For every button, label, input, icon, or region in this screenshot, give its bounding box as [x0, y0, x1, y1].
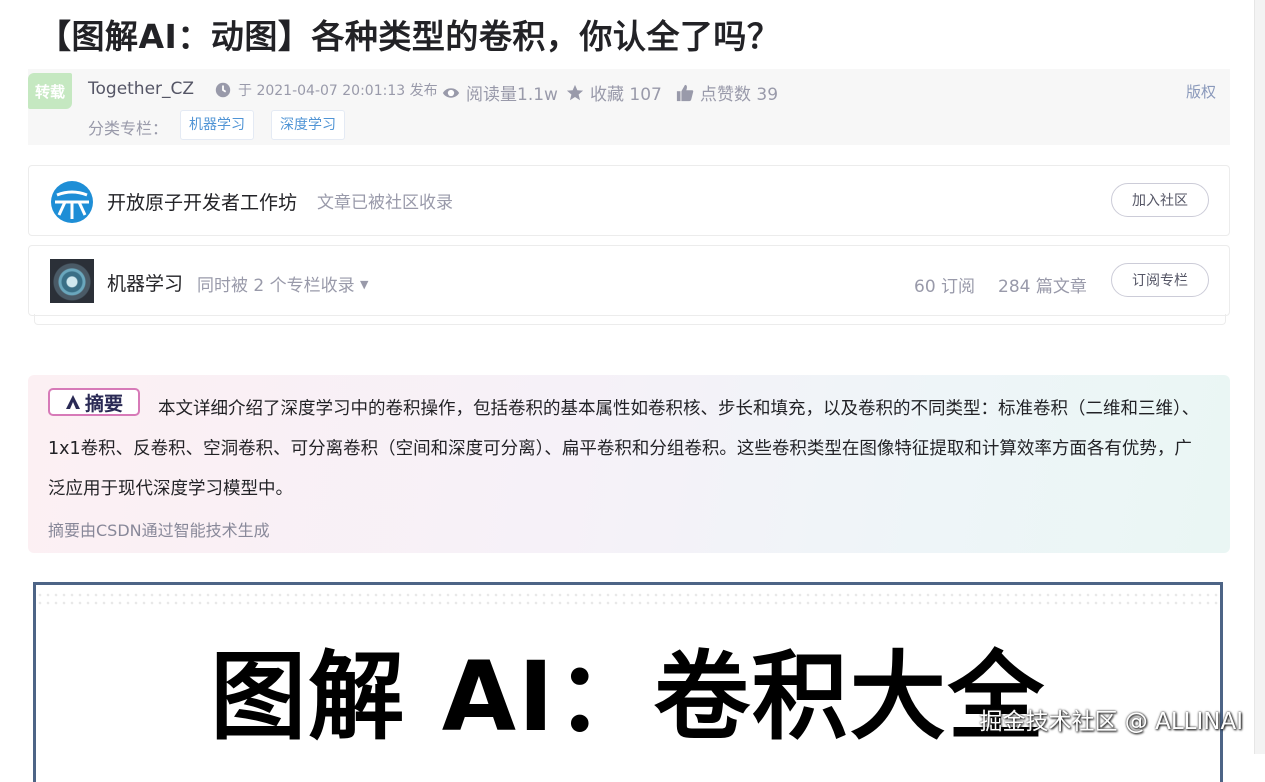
ai-logo-icon [65, 395, 80, 409]
hero-image: 图解 AI：卷积大全 [33, 582, 1223, 782]
article-info-box: 转载 Together_CZ 于 2021-04-07 20:01:13 发布 … [28, 69, 1230, 145]
summary-source: 摘要由CSDN通过智能技术生成 [48, 521, 270, 540]
column-thumbnail[interactable] [50, 259, 94, 303]
summary-badge: 摘要 [48, 388, 140, 416]
column-article-count: 284 篇文章 [998, 277, 1087, 297]
summary-text: 本文详细介绍了深度学习中的卷积操作，包括卷积的基本属性如卷积核、步长和填充，以及… [48, 399, 1200, 499]
watermark: 掘金技术社区 @ ALLINAI [979, 709, 1244, 735]
publish-time-text: 于 2021-04-07 20:01:13 发布 [238, 83, 438, 99]
column-name[interactable]: 机器学习 [107, 269, 183, 296]
community-card: 开放原子开发者工作坊 文章已被社区收录 加入社区 [28, 165, 1230, 236]
collect-button[interactable]: 收藏 107 [566, 80, 662, 105]
thumbs-up-icon [676, 84, 694, 101]
category-tag-ml[interactable]: 机器学习 [180, 110, 254, 140]
subscribe-column-button[interactable]: 订阅专栏 [1111, 263, 1209, 297]
join-community-button[interactable]: 加入社区 [1111, 183, 1209, 217]
hero-title: 图解 AI：卷积大全 [210, 641, 1046, 753]
article-title: 【图解AI：动图】各种类型的卷积，你认全了吗？ [38, 17, 781, 56]
column-card: 机器学习 同时被 2 个专栏收录 ▼ 60 订阅 284 篇文章 订阅专栏 [28, 245, 1230, 316]
community-name[interactable]: 开放原子开发者工作坊 [107, 188, 297, 215]
column-card-stack-edge [34, 314, 1226, 325]
eye-icon [442, 87, 460, 98]
like-count-text: 点赞数 39 [700, 85, 779, 105]
scrollbar[interactable] [1254, 0, 1265, 754]
column-note-dropdown[interactable]: 同时被 2 个专栏收录 ▼ [197, 271, 369, 296]
ai-summary-box: 本文详细介绍了深度学习中的卷积操作，包括卷积的基本属性如卷积核、步长和填充，以及… [28, 375, 1230, 553]
collect-count-text: 收藏 107 [590, 85, 662, 105]
community-logo-icon [51, 181, 93, 223]
column-subscribers: 60 订阅 [914, 277, 976, 297]
view-count: 阅读量1.1w [442, 80, 558, 105]
copyright-link[interactable]: 版权 [1186, 81, 1216, 102]
category-label: 分类专栏： [88, 119, 169, 138]
like-button[interactable]: 点赞数 39 [676, 80, 778, 105]
clock-icon [215, 82, 231, 98]
author-link[interactable]: Together_CZ [88, 79, 194, 99]
hero-dot-pattern [36, 591, 1220, 605]
star-icon [566, 84, 584, 100]
category-tag-dl[interactable]: 深度学习 [271, 110, 345, 140]
column-note-text: 同时被 2 个专栏收录 [197, 276, 355, 296]
view-count-text: 阅读量1.1w [466, 85, 558, 105]
publish-time: 于 2021-04-07 20:01:13 发布 [214, 80, 438, 100]
caret-down-icon: ▼ [360, 278, 369, 291]
community-note: 文章已被社区收录 [317, 193, 453, 213]
summary-badge-text: 摘要 [84, 392, 123, 415]
repost-badge: 转载 [28, 73, 72, 109]
